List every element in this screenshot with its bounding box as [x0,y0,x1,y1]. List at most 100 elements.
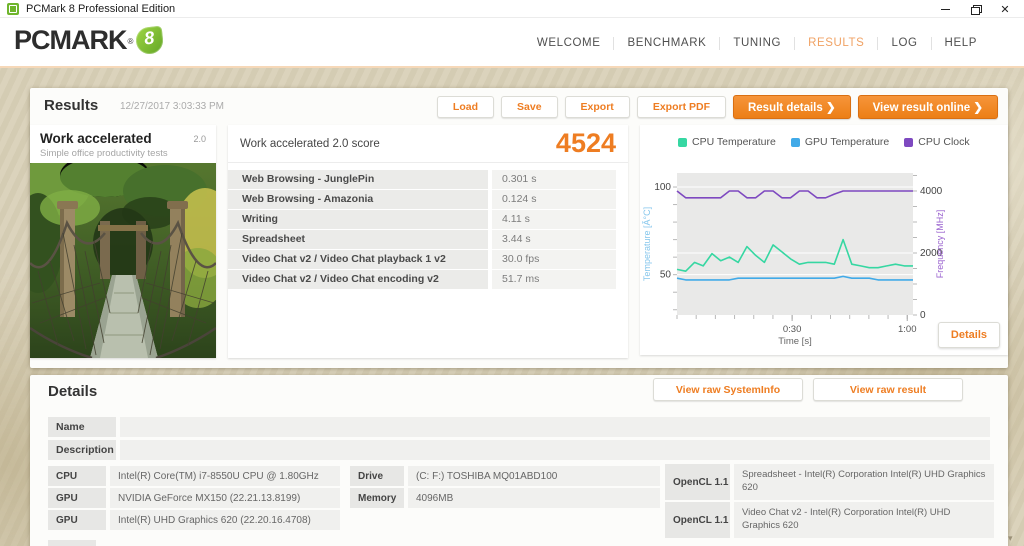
test-subtitle: Simple office productivity tests [40,148,168,159]
spec-row: GPU NVIDIA GeForce MX150 (22.21.13.8199) [48,488,340,508]
restore-icon[interactable] [960,0,990,18]
view-raw-systeminfo-button[interactable]: View raw SystemInfo [653,378,803,401]
logo-text: PCMARK [14,25,127,55]
legend-item: CPU Temperature [678,136,776,148]
spec-label: OpenCL 1.1 [665,464,730,500]
spec-row: Drive (C: F:) TOSHIBA MQ01ABD100 [350,466,660,486]
logo-registered-mark: ® [127,37,134,46]
app-header: PCMARK ® 8 WELCOME BENCHMARK TUNING RESULTS… [0,18,1024,68]
close-icon[interactable]: ✕ [990,0,1020,18]
score-row: Video Chat v2 / Video Chat playback 1 v2… [228,250,616,269]
spec-value: (C: F:) TOSHIBA MQ01ABD100 [408,466,660,486]
score-row-value: 30.0 fps [492,250,616,269]
score-row-label: Spreadsheet [228,230,488,249]
svg-text:4000: 4000 [920,186,943,197]
spec-label: GPU [48,488,106,508]
score-row-value: 51.7 ms [492,270,616,289]
score-row-value: 0.301 s [492,170,616,189]
score-row-label: Video Chat v2 / Video Chat encoding v2 [228,270,488,289]
results-timestamp: 12/27/2017 3:03:33 PM [120,101,224,112]
score-value: 4524 [555,128,616,158]
save-button[interactable]: Save [501,96,558,118]
export-pdf-button[interactable]: Export PDF [636,96,726,118]
chart-details-button[interactable]: Details [937,322,1000,348]
spec-value: NVIDIA GeForce MX150 (22.21.13.8199) [110,488,340,508]
view-result-online-button[interactable]: View result online ❯ [857,95,998,119]
score-row: Writing 4.11 s [228,210,616,229]
spec-column-drive-memory: Drive (C: F:) TOSHIBA MQ01ABD100 Memory 409… [350,466,660,510]
results-card: Results 12/27/2017 3:03:33 PM Load Save … [30,88,1008,368]
svg-text:1:00: 1:00 [898,324,917,335]
minimize-icon[interactable] [930,0,960,18]
test-version: 2.0 [193,134,206,144]
partial-row [48,540,96,546]
nav-item-results[interactable]: RESULTS [795,37,877,49]
spec-value: 4096MB [408,488,660,508]
app-icon [7,3,19,15]
legend-label: CPU Temperature [692,136,776,148]
spec-row: GPU Intel(R) UHD Graphics 620 (22.20.16.4… [48,510,340,530]
window-titlebar: PCMark 8 Professional Edition ✕ [0,0,1024,18]
score-row-label: Web Browsing - Amazonia [228,190,488,209]
nav-item-help[interactable]: HELP [932,37,990,49]
nav-item-log[interactable]: LOG [878,37,930,49]
field-row-description: Description [48,440,990,460]
view-raw-result-button[interactable]: View raw result [813,378,963,401]
spec-column-opencl: OpenCL 1.1 Spreadsheet - Intel(R) Corpora… [665,464,994,540]
spec-value: Spreadsheet - Intel(R) Corporation Intel… [734,464,994,500]
score-row-value: 0.124 s [492,190,616,209]
svg-text:100: 100 [654,182,671,193]
logo-leaf-icon: 8 [135,25,165,56]
score-panel: Work accelerated 2.0 score 4524 Web Brow… [228,125,628,358]
details-card: Details View raw SystemInfo View raw res… [30,375,1008,546]
spec-row: CPU Intel(R) Core(TM) i7-8550U CPU @ 1.80… [48,466,340,486]
nav-item-tuning[interactable]: TUNING [720,37,794,49]
legend-label: GPU Temperature [804,136,890,148]
score-row: Video Chat v2 / Video Chat encoding v2 51… [228,270,616,289]
score-row-label: Web Browsing - JunglePin [228,170,488,189]
result-details-button[interactable]: Result details ❯ [732,95,851,119]
svg-text:0:30: 0:30 [783,324,802,335]
legend-label: CPU Clock [918,136,970,148]
pcmark-logo: PCMARK ® 8 [14,25,165,56]
test-panel: Work accelerated 2.0 Simple office produ… [30,125,216,358]
spec-label: OpenCL 1.1 [665,502,730,538]
score-row-value: 3.44 s [492,230,616,249]
nav-item-benchmark[interactable]: BENCHMARK [614,37,719,49]
results-toolbar: Load Save Export Export PDF Result detai… [436,95,998,119]
field-value [120,417,990,437]
spec-label: GPU [48,510,106,530]
details-toolbar: View raw SystemInfo View raw result [653,378,963,401]
spec-value: Video Chat v2 - Intel(R) Corporation Int… [734,502,994,538]
spec-label: CPU [48,466,106,486]
spec-value: Intel(R) UHD Graphics 620 (22.20.16.4708… [110,510,340,530]
score-row-label: Writing [228,210,488,229]
load-button[interactable]: Load [436,96,495,118]
legend-swatch-icon [678,137,687,147]
window-title: PCMark 8 Professional Edition [26,3,176,15]
field-value [120,440,990,460]
spec-row: OpenCL 1.1 Spreadsheet - Intel(R) Corpora… [665,464,994,500]
spec-value: Intel(R) Core(TM) i7-8550U CPU @ 1.80GHz [110,466,340,486]
score-row-label: Video Chat v2 / Video Chat playback 1 v2 [228,250,488,269]
results-title: Results [44,97,99,114]
chart-panel: CPU Temperature GPU Temperature CPU Clock … [640,125,1008,355]
score-row: Web Browsing - Amazonia 0.124 s [228,190,616,209]
legend-item: CPU Clock [904,136,970,148]
test-name: Work accelerated [40,131,152,146]
scroll-down-icon[interactable]: ▾ [1008,533,1013,544]
legend-swatch-icon [790,137,800,147]
export-button[interactable]: Export [564,96,630,118]
spec-row: OpenCL 1.1 Video Chat v2 - Intel(R) Corpo… [665,502,994,538]
nav-item-welcome[interactable]: WELCOME [524,37,614,49]
spec-column-cpu-gpu: CPU Intel(R) Core(TM) i7-8550U CPU @ 1.80… [48,466,340,532]
field-row-name: Name [48,417,990,437]
bridge-photo [30,163,216,358]
details-title: Details [48,383,98,400]
field-label: Description [48,440,116,460]
left-axis-label: Temperature [Â°C] [642,207,652,281]
score-row-value: 4.11 s [492,210,616,229]
main-nav: WELCOME BENCHMARK TUNING RESULTS LOG HELP [524,18,990,68]
score-table: Web Browsing - JunglePin 0.301 s Web Brows… [228,170,616,290]
svg-text:0: 0 [920,310,926,321]
